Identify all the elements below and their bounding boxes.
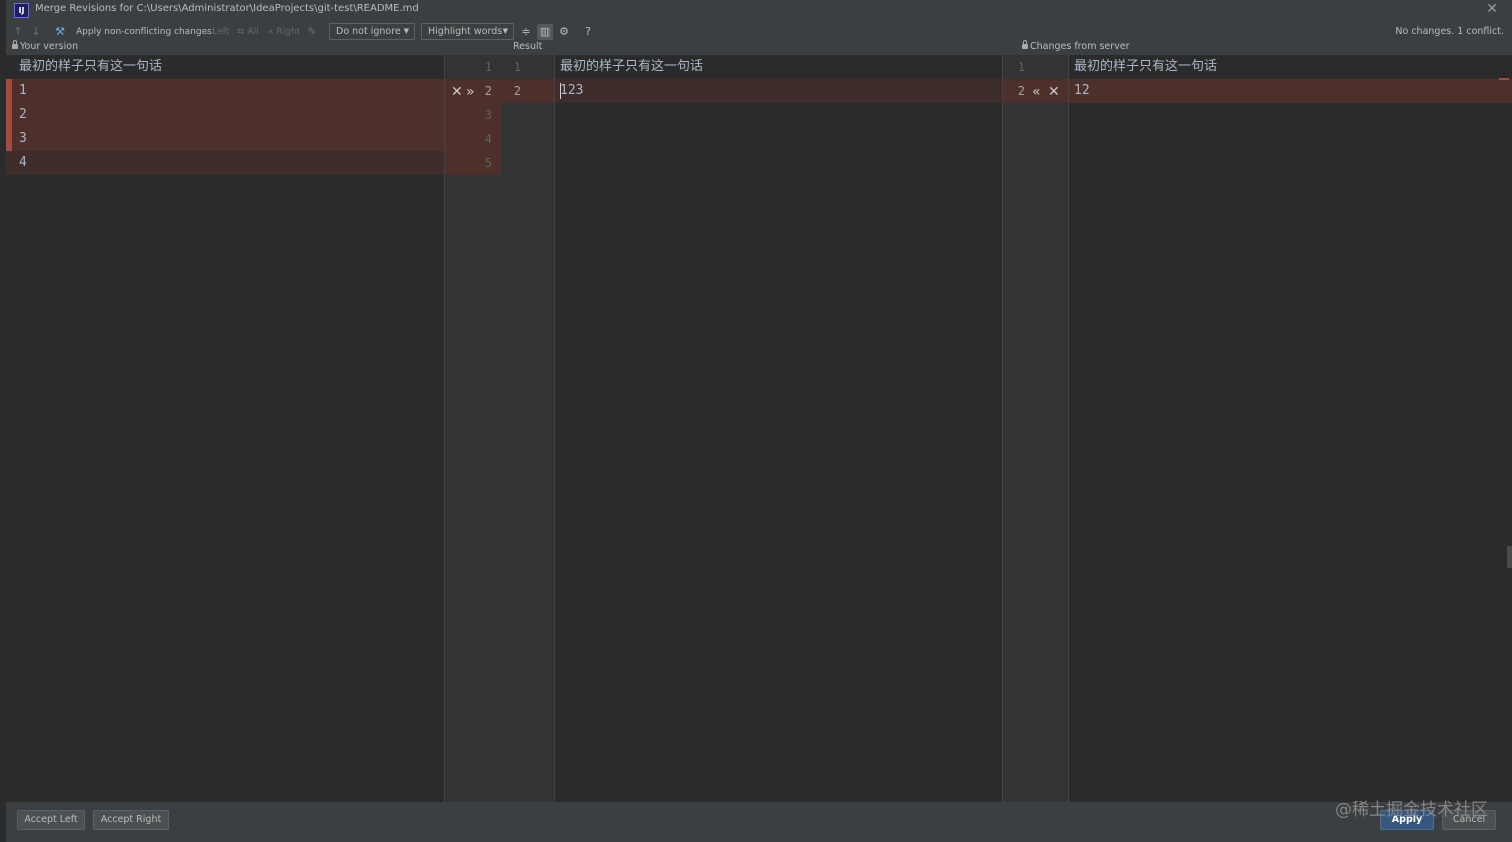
line-number: 1	[1017, 60, 1025, 74]
ignore-whitespace-dropdown[interactable]: Do not ignore ▼	[329, 23, 415, 40]
apply-all-button[interactable]: ⇆ All	[237, 24, 259, 40]
synchronize-scrolling-icon[interactable]: ▥	[537, 24, 553, 40]
discard-right-icon[interactable]: ✕	[1048, 82, 1060, 102]
line-number: 1	[513, 60, 521, 74]
highlight-mode-dropdown[interactable]: Highlight words ▼	[421, 23, 514, 40]
line-number: 2	[513, 84, 521, 98]
right-pane-header: Changes from server	[1022, 40, 1130, 52]
apply-right-button[interactable]: « Right	[268, 24, 300, 40]
conflict-scroll-marker	[1499, 78, 1509, 80]
help-icon[interactable]: ?	[580, 24, 596, 40]
left-diff-gutter: ✕ » 1 2 3 4 5 1 2	[444, 55, 555, 802]
merge-dialog: IJ Merge Revisions for C:\Users\Administ…	[6, 0, 1512, 842]
watermark: @稀土掘金技术社区	[1335, 800, 1488, 820]
apply-nonconflicting-label: Apply non-conflicting changes:	[76, 27, 215, 37]
merge-status: No changes. 1 conflict.	[1395, 26, 1504, 37]
magic-resolve-icon[interactable]: ⚒	[52, 24, 68, 40]
previous-difference-icon[interactable]: ↑	[10, 24, 26, 40]
chevron-down-icon: ▼	[502, 27, 508, 35]
code-line: 最初的样子只有这一句话	[560, 59, 704, 74]
toolbar: ↑ ↓ ⚒ Apply non-conflicting changes: » L…	[6, 21, 1512, 43]
apply-left-button[interactable]: » Left	[204, 24, 229, 40]
edit-icon[interactable]: ✎	[304, 24, 320, 40]
conflict-highlight	[1069, 79, 1512, 103]
discard-left-icon[interactable]: ✕	[451, 82, 463, 102]
accept-left-button[interactable]: Accept Left	[17, 810, 85, 830]
bottom-bar: Accept Left Accept Right Apply Cancel	[6, 802, 1512, 842]
vertical-scrollbar[interactable]	[1507, 546, 1512, 568]
accept-right-change-icon[interactable]: «	[1032, 82, 1041, 102]
pane-headers: Your version Result Changes from server	[6, 40, 1512, 55]
left-pane-header: Your version	[12, 40, 78, 52]
line-number: 5	[484, 156, 492, 170]
accept-left-change-icon[interactable]: »	[466, 82, 475, 102]
code-line: 3	[19, 131, 27, 146]
title-bar: IJ Merge Revisions for C:\Users\Administ…	[6, 0, 1512, 21]
result-pane-header: Result	[513, 41, 543, 52]
next-difference-icon[interactable]: ↓	[28, 24, 44, 40]
code-line: 12	[1074, 83, 1090, 98]
line-number: 2	[1017, 84, 1025, 98]
line-number: 3	[484, 108, 492, 122]
code-line: 最初的样子只有这一句话	[19, 59, 163, 74]
code-line: 最初的样子只有这一句话	[1074, 59, 1218, 74]
close-icon[interactable]: ✕	[1486, 1, 1498, 17]
line-number: 1	[484, 60, 492, 74]
code-line[interactable]: 123	[560, 79, 583, 103]
lock-icon	[1022, 40, 1028, 49]
line-number: 4	[484, 132, 492, 146]
code-line: 2	[19, 107, 27, 122]
code-line: 4	[19, 155, 27, 170]
settings-gear-icon[interactable]: ⚙	[556, 24, 572, 40]
conflict-highlight	[6, 79, 444, 151]
window-title: Merge Revisions for C:\Users\Administrat…	[35, 3, 419, 14]
right-diff-gutter: 1 2 « ✕	[1002, 55, 1069, 802]
conflict-highlight-tail	[6, 151, 444, 175]
conflict-marker	[6, 79, 12, 151]
collapse-unchanged-icon[interactable]: ≑	[518, 24, 534, 40]
chevron-down-icon: ▼	[403, 27, 409, 35]
text-cursor	[560, 83, 561, 99]
result-editor[interactable]: 最初的样子只有这一句话 123	[554, 55, 1003, 802]
your-version-editor[interactable]: 最初的样子只有这一句话 1 2 3 4	[6, 55, 444, 802]
intellij-icon: IJ	[14, 3, 29, 18]
server-version-editor[interactable]: 最初的样子只有这一句话 12	[1068, 55, 1512, 802]
lock-icon	[12, 40, 18, 49]
line-number: 2	[484, 84, 492, 98]
code-line: 1	[19, 83, 27, 98]
conflict-highlight	[555, 79, 1003, 103]
accept-right-button[interactable]: Accept Right	[93, 810, 169, 830]
